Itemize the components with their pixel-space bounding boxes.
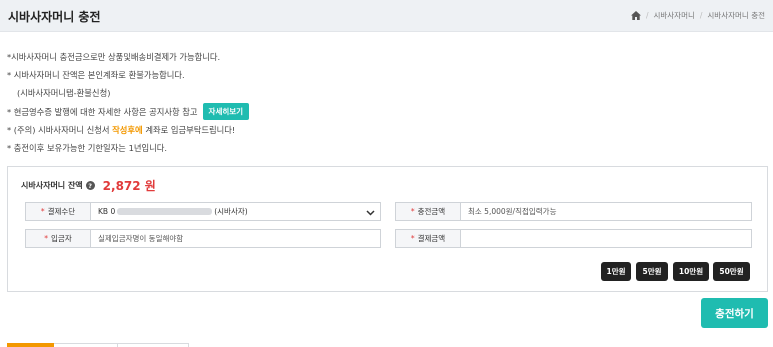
payment-amount-label: * 결제금액	[395, 229, 461, 248]
amount-button-500k[interactable]: 50만원	[713, 262, 750, 281]
breadcrumb: / 시바사자머니 / 시바사자머니 충전	[630, 10, 765, 21]
required-mark: *	[410, 234, 415, 243]
balance-label: 시바사자머니 잔액	[21, 181, 83, 190]
notice-line: *시바사자머니 충전금으로만 상품및배송비결제가 가능합니다.	[7, 52, 221, 63]
notice-highlight: 작성후에	[112, 124, 143, 135]
notice-line: * 충전이후 보유가능한 기한일자는 1년입니다.	[7, 143, 168, 154]
notice-text: * 현금영수증 발행에 대한 자세한 사항은 공지사항 참고	[7, 106, 198, 117]
depositor-placeholder: 실제입금자명이 동일해야함	[98, 234, 184, 243]
masked-account	[117, 208, 213, 215]
amount-button-50k[interactable]: 5만원	[636, 262, 668, 281]
home-icon[interactable]	[630, 11, 641, 20]
tab-separator	[117, 343, 118, 347]
charge-button[interactable]: 충전하기	[701, 298, 768, 328]
notice-line: (시바사자머니탭-환불신청)	[17, 88, 111, 99]
charge-amount-label: * 충전금액	[395, 202, 461, 221]
notice-line: * 시바사자머니 잔액은 본인계좌로 환불가능합니다.	[7, 70, 185, 81]
notice-line: * (주의) 시바사자머니 신청서 작성후에 계좌로 입금부탁드립니다!	[7, 121, 249, 139]
breadcrumb-separator: /	[645, 11, 649, 20]
balance-amount: 2,872 원	[102, 179, 156, 193]
breadcrumb-item-charge[interactable]: 시바사자머니 충전	[707, 10, 765, 21]
payment-method-select[interactable]: KB 0 (시바사자)	[91, 202, 381, 221]
chevron-down-icon	[366, 210, 375, 216]
amount-button-100k[interactable]: 10만원	[673, 262, 709, 281]
notice-line: * 현금영수증 발행에 대한 자세한 사항은 공지사항 참고 자세히보기	[7, 103, 250, 121]
tab-active[interactable]	[7, 343, 54, 347]
payment-method-label-text: 결제수단	[47, 207, 76, 216]
balance-row: 시바사자머니 잔액 ? 2,872 원	[21, 177, 156, 194]
charge-amount-input[interactable]: 최소 5,000원/직접입력가능	[461, 202, 752, 221]
top-bar: 시바사자머니 충전 / 시바사자머니 / 시바사자머니 충전	[0, 0, 773, 32]
charge-amount-label-text: 충전금액	[417, 207, 446, 216]
payment-amount-field	[461, 229, 752, 248]
payment-method-owner: (시바사자)	[214, 207, 248, 216]
detail-button[interactable]: 자세히보기	[202, 103, 250, 121]
breadcrumb-separator: /	[699, 11, 703, 20]
depositor-input[interactable]: 실제입금자명이 동일해야함	[91, 229, 381, 248]
page-title: 시바사자머니 충전	[8, 10, 101, 24]
payment-amount-label-text: 결제금액	[417, 234, 446, 243]
notice-list: *시바사자머니 충전금으로만 상품및배송비결제가 가능합니다. * 시바사자머니…	[7, 48, 250, 157]
breadcrumb-item-money[interactable]: 시바사자머니	[653, 10, 694, 21]
depositor-label-text: 입금자	[51, 234, 72, 243]
required-mark: *	[44, 234, 49, 243]
charge-amount-placeholder: 최소 5,000원/직접입력가능	[468, 207, 557, 216]
payment-method-value: KB 0	[98, 207, 116, 216]
bottom-tabs	[7, 343, 207, 347]
help-icon[interactable]: ?	[85, 181, 95, 190]
tab-separator	[188, 343, 189, 347]
depositor-label: * 입금자	[25, 229, 91, 248]
tab-divider-line	[54, 343, 189, 344]
amount-button-10k[interactable]: 1만원	[601, 262, 631, 281]
notice-text: * (주의) 시바사자머니 신청서	[7, 124, 113, 135]
required-mark: *	[410, 207, 415, 216]
payment-method-label: * 결제수단	[25, 202, 91, 221]
notice-text: 계좌로 입금부탁드립니다!	[142, 124, 236, 135]
required-mark: *	[40, 207, 45, 216]
